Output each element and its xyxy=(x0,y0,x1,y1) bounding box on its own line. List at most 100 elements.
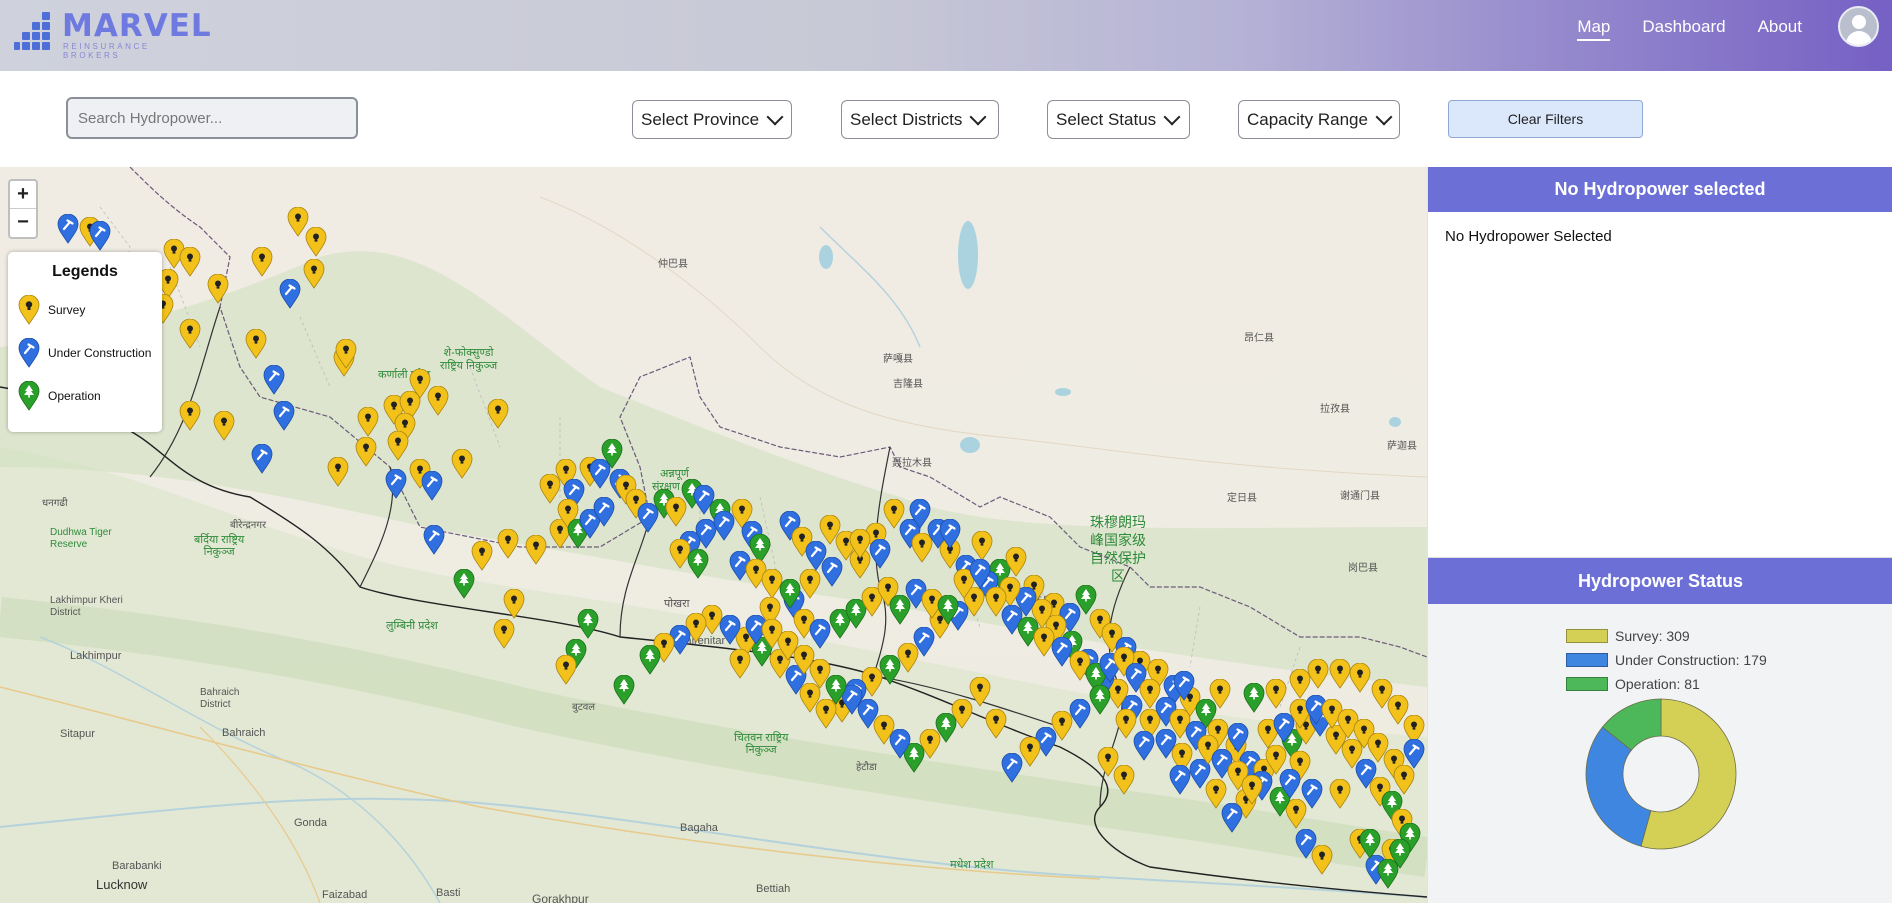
survey-marker-icon[interactable] xyxy=(1209,679,1231,709)
construction-marker-icon[interactable] xyxy=(909,499,931,529)
legend-item-operation: Operation xyxy=(18,381,101,411)
survey-marker-icon[interactable] xyxy=(1329,779,1351,809)
status-select[interactable]: Select Status xyxy=(1047,100,1190,139)
survey-marker-icon[interactable] xyxy=(357,407,379,437)
legend-entry-survey[interactable]: Survey: 309 xyxy=(1566,624,1767,648)
map-view[interactable]: 仲巴县 萨嘎县 吉隆县 聂拉木县 定日县 昂仁县 拉孜县 萨迦县 定结县 岗巴县… xyxy=(0,167,1427,903)
search-input[interactable] xyxy=(66,97,358,139)
construction-marker-icon[interactable] xyxy=(279,279,301,309)
legend-label: Operation xyxy=(48,389,101,403)
construction-marker-icon[interactable] xyxy=(593,497,615,527)
survey-marker-icon[interactable] xyxy=(213,411,235,441)
construction-marker-icon[interactable] xyxy=(1173,671,1195,701)
operation-marker-icon[interactable] xyxy=(1089,685,1111,715)
survey-marker-icon[interactable] xyxy=(493,619,515,649)
construction-marker-icon[interactable] xyxy=(273,401,295,431)
survey-marker-icon[interactable] xyxy=(1265,679,1287,709)
legend-entry-under-construction[interactable]: Under Construction: 179 xyxy=(1566,648,1767,672)
survey-marker-icon[interactable] xyxy=(179,401,201,431)
survey-marker-icon[interactable] xyxy=(305,227,327,257)
districts-select[interactable]: Select Districts xyxy=(841,100,999,139)
operation-marker-icon[interactable] xyxy=(1243,683,1265,713)
construction-marker-icon[interactable] xyxy=(589,459,611,489)
construction-marker-icon[interactable] xyxy=(1169,765,1191,795)
survey-marker-icon[interactable] xyxy=(503,589,525,619)
status-select-label: Select Status xyxy=(1056,109,1157,129)
survey-marker-icon[interactable] xyxy=(525,535,547,565)
survey-marker-icon[interactable] xyxy=(1241,775,1263,805)
construction-marker-icon[interactable] xyxy=(969,559,991,589)
survey-marker-icon[interactable] xyxy=(179,247,201,277)
survey-marker-icon[interactable] xyxy=(427,386,449,416)
map-place-label: Bahraich xyxy=(222,727,266,739)
survey-marker-icon[interactable] xyxy=(1005,547,1027,577)
survey-marker-icon[interactable] xyxy=(179,319,201,349)
construction-marker-icon[interactable] xyxy=(1403,739,1425,769)
survey-marker-icon[interactable] xyxy=(761,619,783,649)
construction-marker-icon[interactable] xyxy=(939,519,961,549)
survey-marker-icon[interactable] xyxy=(335,339,357,369)
construction-marker-icon[interactable] xyxy=(89,221,111,251)
nav-dashboard-link[interactable]: Dashboard xyxy=(1642,17,1725,41)
survey-marker-icon[interactable] xyxy=(207,274,229,304)
survey-marker-icon[interactable] xyxy=(451,449,473,479)
survey-marker-icon[interactable] xyxy=(799,569,821,599)
construction-marker-icon[interactable] xyxy=(385,469,407,499)
survey-marker-icon[interactable] xyxy=(1329,659,1351,689)
districts-select-label: Select Districts xyxy=(850,109,963,129)
nav-about-link[interactable]: About xyxy=(1758,17,1802,41)
survey-marker-icon[interactable] xyxy=(985,709,1007,739)
capacity-select[interactable]: Capacity Range xyxy=(1238,100,1400,139)
legend-entry-operation[interactable]: Operation: 81 xyxy=(1566,672,1767,696)
survey-marker-icon[interactable] xyxy=(471,541,493,571)
survey-marker-icon[interactable] xyxy=(729,649,751,679)
survey-marker-icon[interactable] xyxy=(387,431,409,461)
construction-marker-icon[interactable] xyxy=(57,214,79,244)
operation-marker-icon[interactable] xyxy=(577,609,599,639)
construction-marker-icon[interactable] xyxy=(1001,753,1023,783)
operation-marker-icon[interactable] xyxy=(453,569,475,599)
operation-marker-icon[interactable] xyxy=(937,595,959,625)
survey-marker-icon[interactable] xyxy=(555,655,577,685)
survey-marker-icon[interactable] xyxy=(1307,659,1329,689)
construction-marker-icon[interactable] xyxy=(1227,723,1249,753)
logo[interactable]: MARVEL REINSURANCE BROKERS xyxy=(14,6,211,60)
construction-marker-icon[interactable] xyxy=(423,525,445,555)
zoom-in-button[interactable]: + xyxy=(10,181,36,209)
user-avatar-icon[interactable] xyxy=(1838,6,1879,47)
operation-marker-icon[interactable] xyxy=(613,675,635,705)
clear-filters-button[interactable]: Clear Filters xyxy=(1448,100,1643,138)
operation-marker-icon[interactable] xyxy=(687,549,709,579)
construction-marker-icon[interactable] xyxy=(421,471,443,501)
survey-marker-icon[interactable] xyxy=(1311,845,1333,875)
operation-marker-icon[interactable] xyxy=(1389,839,1411,869)
operation-marker-icon[interactable] xyxy=(1359,829,1381,859)
zoom-out-button[interactable]: − xyxy=(10,209,36,237)
operation-marker-icon[interactable] xyxy=(779,579,801,609)
construction-marker-icon[interactable] xyxy=(1133,731,1155,761)
survey-marker-icon[interactable] xyxy=(971,531,993,561)
survey-marker-icon[interactable] xyxy=(1113,765,1135,795)
construction-marker-icon[interactable] xyxy=(821,557,843,587)
province-select[interactable]: Select Province xyxy=(632,100,792,139)
survey-marker-icon[interactable] xyxy=(303,259,325,289)
donut-slice-under-construction[interactable] xyxy=(1585,726,1652,847)
legend-entry-label: Survey: 309 xyxy=(1615,628,1690,644)
construction-marker-icon[interactable] xyxy=(251,444,273,474)
survey-marker-icon[interactable] xyxy=(251,247,273,277)
survey-marker-icon[interactable] xyxy=(497,529,519,559)
construction-marker-icon[interactable] xyxy=(869,539,891,569)
survey-marker-icon[interactable] xyxy=(849,529,871,559)
survey-marker-icon[interactable] xyxy=(1349,663,1371,693)
survey-marker-icon[interactable] xyxy=(1393,765,1415,795)
survey-marker-icon[interactable] xyxy=(355,437,377,467)
survey-marker-icon[interactable] xyxy=(245,329,267,359)
survey-swatch xyxy=(1566,629,1608,643)
survey-marker-icon[interactable] xyxy=(487,399,509,429)
survey-marker-icon[interactable] xyxy=(327,457,349,487)
construction-marker-icon[interactable] xyxy=(263,365,285,395)
nav-map-link[interactable]: Map xyxy=(1577,17,1611,41)
construction-marker-icon[interactable] xyxy=(1279,769,1301,799)
operation-marker-icon[interactable] xyxy=(639,645,661,675)
map-place-label: बुटवल xyxy=(572,702,596,713)
